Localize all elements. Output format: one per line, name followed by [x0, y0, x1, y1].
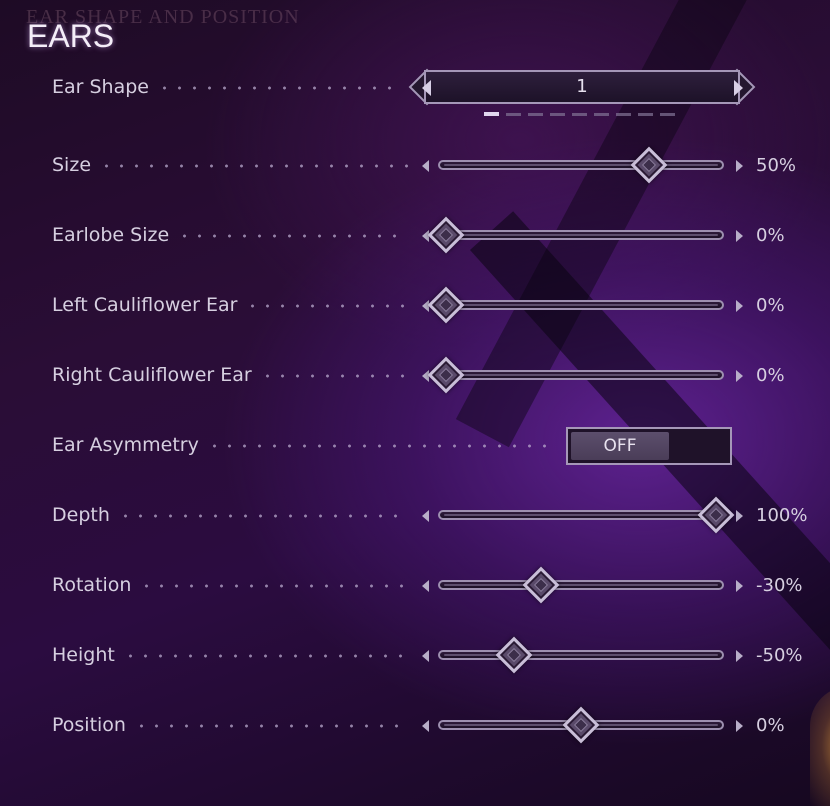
- page-indicator: [616, 113, 631, 116]
- ear-asymmetry-toggle[interactable]: OFF: [566, 427, 732, 465]
- ear-shape-selector[interactable]: 1: [408, 68, 756, 108]
- position-slider[interactable]: [418, 706, 748, 746]
- increase-arrow-icon[interactable]: [736, 300, 743, 312]
- decrease-arrow-icon[interactable]: [422, 650, 429, 662]
- decrease-arrow-icon[interactable]: [422, 510, 429, 522]
- page-indicator: [572, 113, 587, 116]
- left-cauliflower-ear-slider[interactable]: [418, 286, 748, 326]
- slider-thumb-diamond[interactable]: [495, 636, 532, 674]
- slider-track[interactable]: [438, 510, 724, 520]
- left-cauliflower-ear-value: 0%: [756, 295, 785, 316]
- position-label: Position: [52, 714, 126, 736]
- increase-arrow-icon[interactable]: [736, 230, 743, 242]
- earlobe-size-value: 0%: [756, 225, 785, 246]
- slider-track[interactable]: [438, 650, 724, 660]
- right-cauliflower-ear-row: Right Cauliflower Ear 0%: [0, 356, 830, 396]
- height-slider[interactable]: [418, 636, 748, 676]
- height-label: Height: [52, 644, 115, 666]
- dot-leader: [139, 584, 408, 588]
- increase-arrow-icon[interactable]: [736, 650, 743, 662]
- earlobe-size-label: Earlobe Size: [52, 224, 170, 246]
- size-row: Size 50%: [0, 146, 830, 186]
- page-indicator: [506, 113, 521, 116]
- increase-arrow-icon[interactable]: [736, 720, 743, 732]
- increase-arrow-icon[interactable]: [736, 160, 743, 172]
- page-indicator-active: [484, 112, 499, 116]
- depth-slider[interactable]: [418, 496, 748, 536]
- depth-row: Depth 100%: [0, 496, 830, 536]
- slider-track-groove: [444, 164, 718, 166]
- slider-thumb-diamond[interactable]: [562, 706, 600, 744]
- toggle-state-text: OFF: [603, 436, 637, 456]
- rotation-value: -30%: [756, 575, 803, 596]
- right-cauliflower-ear-slider[interactable]: [418, 356, 748, 396]
- slider-track[interactable]: [438, 300, 724, 310]
- page-title: EARS: [27, 18, 115, 54]
- slider-track-groove: [444, 584, 718, 586]
- page-indicator: [638, 113, 653, 116]
- ear-shape-value: 1: [576, 76, 588, 97]
- size-value: 50%: [756, 155, 797, 176]
- slider-track-groove: [444, 514, 718, 516]
- earlobe-size-row: Earlobe Size 0%: [0, 216, 830, 256]
- left-cauliflower-ear-row: Left Cauliflower Ear 0%: [0, 286, 830, 326]
- slider-track[interactable]: [438, 160, 724, 170]
- slider-thumb-diamond[interactable]: [697, 496, 735, 534]
- dot-leader: [123, 654, 408, 658]
- ear-shape-page-indicator: [484, 112, 684, 118]
- page-indicator: [594, 113, 609, 116]
- slider-thumb-diamond[interactable]: [630, 146, 667, 184]
- page-indicator: [550, 113, 565, 116]
- slider-thumb-diamond[interactable]: [427, 216, 465, 254]
- slider-track-groove: [444, 304, 718, 306]
- dot-leader: [134, 724, 408, 728]
- dot-leader: [245, 304, 408, 308]
- increase-arrow-icon[interactable]: [736, 580, 743, 592]
- slider-thumb-diamond[interactable]: [427, 356, 465, 394]
- decrease-arrow-icon[interactable]: [422, 160, 429, 172]
- dot-leader: [260, 374, 408, 378]
- rotation-row: Rotation -30%: [0, 566, 830, 606]
- slider-track-groove: [444, 374, 718, 376]
- left-cauliflower-ear-label: Left Cauliflower Ear: [52, 294, 238, 316]
- size-slider[interactable]: [418, 146, 748, 186]
- right-cauliflower-ear-label: Right Cauliflower Ear: [52, 364, 252, 386]
- height-value: -50%: [756, 645, 803, 666]
- decrease-arrow-icon[interactable]: [422, 720, 429, 732]
- dot-leader: [157, 86, 398, 90]
- slider-track-groove: [444, 654, 718, 656]
- page-indicator: [660, 113, 675, 116]
- right-cauliflower-ear-value: 0%: [756, 365, 785, 386]
- rotation-slider[interactable]: [418, 566, 748, 606]
- ear-shape-label: Ear Shape: [52, 76, 149, 98]
- dot-leader: [177, 234, 408, 238]
- dot-leader: [118, 514, 408, 518]
- depth-label: Depth: [52, 504, 110, 526]
- decrease-arrow-icon[interactable]: [422, 580, 429, 592]
- background-glow: [810, 686, 830, 806]
- earlobe-size-slider[interactable]: [418, 216, 748, 256]
- page-indicator: [528, 113, 543, 116]
- slider-thumb-diamond[interactable]: [522, 566, 559, 604]
- ear-asymmetry-label: Ear Asymmetry: [52, 434, 199, 456]
- depth-value: 100%: [756, 505, 808, 526]
- dot-leader: [99, 164, 408, 168]
- slider-track[interactable]: [438, 230, 724, 240]
- increase-arrow-icon[interactable]: [736, 510, 743, 522]
- slider-thumb-diamond[interactable]: [427, 286, 465, 324]
- slider-track[interactable]: [438, 370, 724, 380]
- rotation-label: Rotation: [52, 574, 132, 596]
- size-label: Size: [52, 154, 92, 176]
- slider-track-groove: [444, 234, 718, 236]
- increase-arrow-icon[interactable]: [736, 370, 743, 382]
- position-row: Position 0%: [0, 706, 830, 746]
- height-row: Height -50%: [0, 636, 830, 676]
- slider-track[interactable]: [438, 580, 724, 590]
- position-value: 0%: [756, 715, 785, 736]
- dot-leader: [207, 444, 556, 448]
